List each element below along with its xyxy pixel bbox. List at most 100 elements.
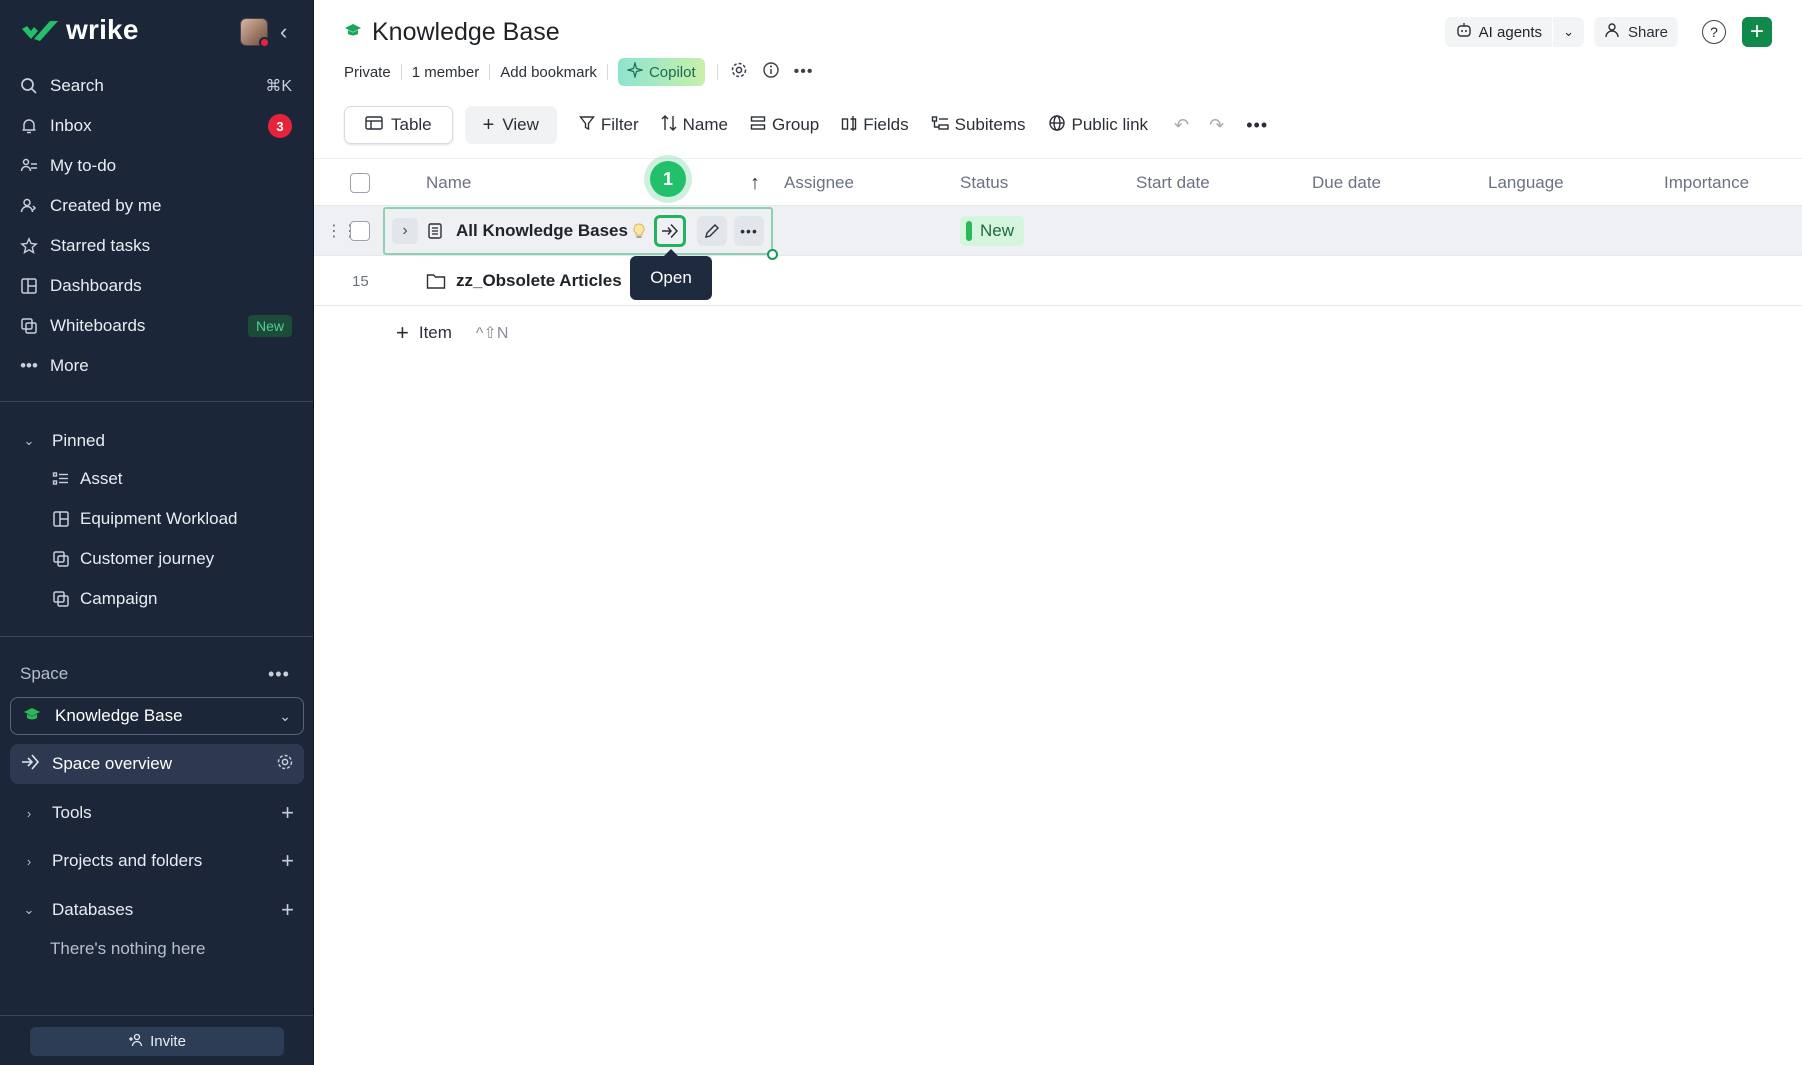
open-tooltip: Open [630, 249, 712, 300]
nav-created-by-me-label: Created by me [50, 196, 162, 215]
nav-whiteboards[interactable]: Whiteboards New [18, 309, 296, 343]
checkbox[interactable] [350, 173, 370, 193]
search-shortcut: ⌘K [265, 78, 292, 95]
database-icon [50, 470, 72, 488]
ai-agents-dropdown[interactable]: ⌄ [1553, 17, 1584, 47]
sort-button[interactable]: Name [661, 114, 728, 137]
select-all-checkbox[interactable] [350, 159, 370, 207]
space-overview-label: Space overview [52, 754, 173, 773]
pencil-icon[interactable] [697, 216, 727, 246]
group-label: Group [772, 115, 820, 134]
members-link[interactable]: 1 member [402, 64, 490, 81]
tab-table-label: Table [391, 115, 432, 134]
row-name[interactable]: All Knowledge Bases [456, 206, 628, 256]
tab-table[interactable]: Table [344, 106, 453, 144]
nav-inbox[interactable]: Inbox 3 [18, 109, 296, 143]
edit-button[interactable] [697, 206, 727, 256]
space-more-icon[interactable]: ••• [268, 664, 290, 685]
column-header-assignee[interactable]: Assignee [784, 159, 854, 207]
gear-icon[interactable] [276, 753, 294, 776]
expand-row[interactable]: › [392, 206, 418, 256]
pinned-item-asset[interactable]: Asset [50, 462, 123, 496]
pinned-item-campaign[interactable]: Campaign [50, 582, 158, 616]
info-icon[interactable] [762, 61, 780, 83]
group-icon [750, 115, 766, 136]
space-overview-item[interactable]: Space overview [10, 744, 304, 784]
column-header-start-date[interactable]: Start date [1136, 159, 1210, 207]
status-badge[interactable]: New [960, 216, 1025, 246]
nav-dashboards[interactable]: Dashboards [18, 269, 296, 303]
nav-starred-tasks[interactable]: Starred tasks [18, 229, 296, 263]
header-actions: AI agents ⌄ Share ? + [1444, 17, 1772, 47]
nav-search[interactable]: Search ⌘K [18, 69, 296, 103]
enter-icon[interactable] [654, 215, 686, 247]
share-button[interactable]: Share [1593, 17, 1678, 47]
nav-more[interactable]: ••• More [18, 349, 296, 383]
table-row[interactable]: 15 zz_Obsolete Articles [314, 256, 1802, 306]
column-header-language[interactable]: Language [1488, 159, 1564, 207]
status-cell[interactable]: New [960, 206, 1025, 256]
pinned-section-header[interactable]: ⌄ Pinned [22, 426, 105, 456]
ai-agents-button[interactable]: AI agents [1445, 17, 1552, 47]
step-marker: 1 [650, 161, 686, 197]
page-title[interactable]: Knowledge Base [372, 18, 560, 47]
filter-button[interactable]: Filter [578, 115, 639, 136]
table-row[interactable]: ⋮⋮ › All Knowledge Bases ••• New [314, 206, 1802, 256]
sort-label: Name [682, 115, 729, 134]
collapse-sidebar-icon[interactable]: ‹ [280, 20, 298, 44]
gear-icon[interactable] [730, 61, 748, 83]
avatar[interactable] [240, 18, 270, 48]
subitems-icon [931, 115, 949, 136]
pinned-item-label: Equipment Workload [80, 509, 238, 528]
search-icon [18, 75, 40, 97]
column-header-name[interactable]: Name [426, 159, 471, 207]
add-view-button[interactable]: + View [464, 106, 557, 144]
pinned-item-customer-journey[interactable]: Customer journey [50, 542, 214, 576]
group-button[interactable]: Group [750, 115, 819, 136]
add-icon[interactable]: + [281, 850, 294, 872]
space-selector[interactable]: Knowledge Base ⌄ [10, 697, 304, 735]
whiteboard-icon [18, 315, 40, 337]
tree-item-tools[interactable]: › Tools + [22, 796, 300, 830]
robot-icon [1455, 21, 1473, 43]
nav-my-todo[interactable]: My to-do [18, 149, 296, 183]
chevron-down-icon: ⌄ [23, 902, 35, 917]
add-bookmark-link[interactable]: Add bookmark [490, 64, 607, 81]
chevron-right-icon[interactable]: › [392, 218, 418, 244]
redo-icon[interactable]: ↷ [1209, 115, 1224, 136]
subitems-button[interactable]: Subitems [931, 115, 1026, 136]
pinned-item-label: Campaign [80, 589, 158, 608]
nav-created-by-me[interactable]: Created by me [18, 189, 296, 223]
row-checkbox[interactable] [350, 206, 370, 256]
column-header-status[interactable]: Status [960, 159, 1008, 207]
fields-button[interactable]: Fields [841, 115, 909, 136]
copilot-button[interactable]: Copilot [617, 58, 705, 86]
wrike-logo[interactable]: wrike [20, 14, 139, 46]
privacy-label[interactable]: Private [344, 64, 401, 81]
invite-button[interactable]: Invite [30, 1027, 284, 1056]
more-icon[interactable]: ••• [794, 63, 814, 81]
more-icon[interactable]: ••• [1246, 115, 1268, 136]
lightbulb-icon [632, 206, 646, 256]
sort-arrow-up-icon[interactable]: ↑ [750, 159, 760, 207]
create-new-button[interactable]: + [1742, 17, 1772, 47]
help-icon[interactable]: ? [1702, 20, 1726, 44]
space-label: Space [20, 664, 69, 683]
tree-item-projects-folders[interactable]: › Projects and folders + [22, 844, 300, 878]
folder-icon [426, 256, 446, 306]
add-icon[interactable]: + [281, 899, 294, 921]
undo-icon[interactable]: ↶ [1174, 115, 1189, 136]
row-more-button[interactable]: ••• [734, 206, 764, 256]
checkbox[interactable] [350, 221, 370, 241]
add-item-button[interactable]: + Item ^⇧N [396, 320, 508, 346]
nav-starred-label: Starred tasks [50, 236, 151, 255]
pinned-item-equipment-workload[interactable]: Equipment Workload [50, 502, 238, 536]
tree-item-databases[interactable]: ⌄ Databases + [22, 893, 300, 927]
public-link-button[interactable]: Public link [1048, 114, 1148, 137]
column-header-due-date[interactable]: Due date [1312, 159, 1381, 207]
column-header-importance[interactable]: Importance [1664, 159, 1749, 207]
nav-dashboards-label: Dashboards [50, 276, 142, 295]
add-icon[interactable]: + [281, 802, 294, 824]
row-name[interactable]: zz_Obsolete Articles [456, 256, 622, 306]
more-icon[interactable]: ••• [734, 216, 764, 246]
